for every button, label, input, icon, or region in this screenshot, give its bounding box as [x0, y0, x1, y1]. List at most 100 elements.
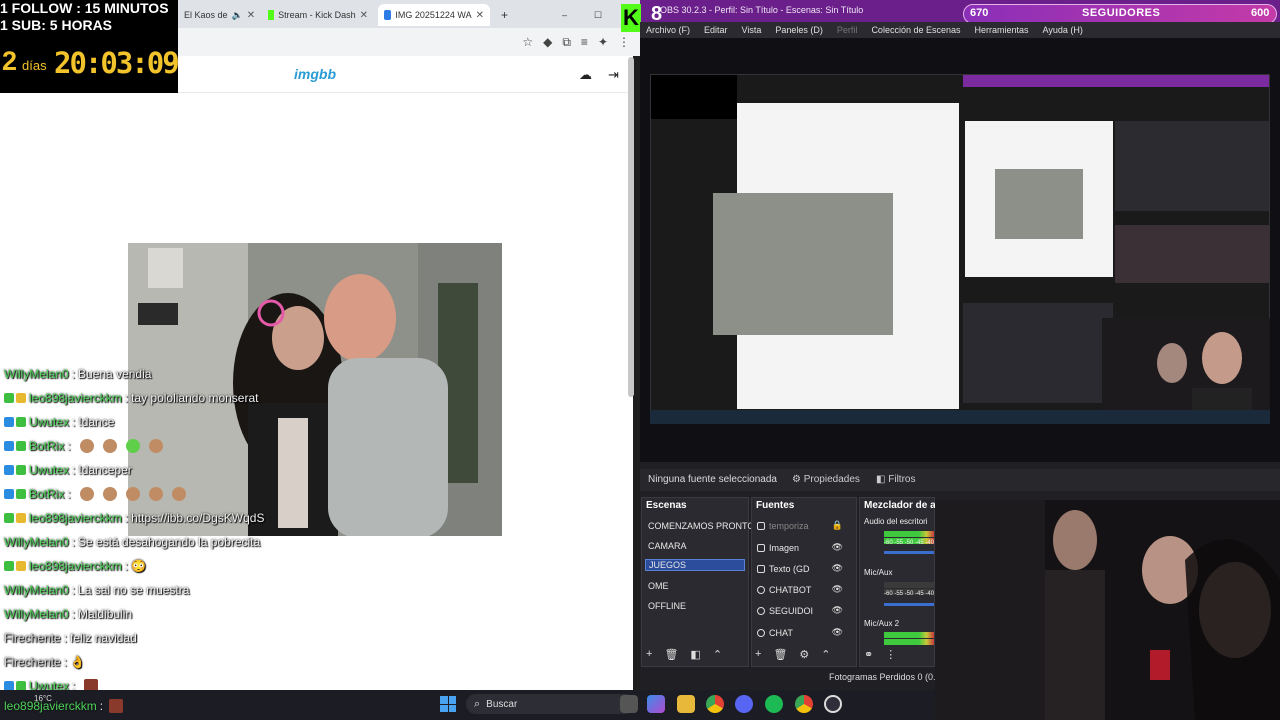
- discord-icon[interactable]: [735, 695, 753, 713]
- sync-icon[interactable]: ✦: [598, 35, 608, 49]
- chat-text: Maldibulin: [78, 607, 133, 621]
- sources-controls: + 🗑 ⚙ ⌃: [755, 648, 831, 661]
- close-icon[interactable]: ✕: [360, 10, 368, 21]
- eye-icon[interactable]: 👁: [832, 563, 843, 574]
- emote-icon: [148, 487, 163, 501]
- scene-item[interactable]: OME: [648, 581, 669, 591]
- source-item[interactable]: CHAT 👁: [757, 627, 843, 638]
- scene-item[interactable]: OFFLINE: [648, 601, 686, 611]
- obs-icon[interactable]: [824, 695, 842, 713]
- menu-file[interactable]: Archivo (F): [646, 25, 690, 35]
- chat-message: WillyMelan0 : Buena vendia: [4, 367, 152, 381]
- chat-username: WillyMelan0: [4, 583, 69, 597]
- upload-icon[interactable]: ☁: [579, 67, 592, 83]
- chat-username: WillyMelan0: [4, 367, 69, 381]
- trash-icon[interactable]: 🗑: [664, 648, 678, 661]
- chrome-profile-icon[interactable]: [795, 695, 813, 713]
- menu-help[interactable]: Ayuda (H): [1043, 25, 1083, 35]
- mixer-title: Mezclador de au: [864, 500, 942, 511]
- scene-item[interactable]: COMENZAMOS PRONTO: [648, 521, 754, 531]
- maximize-icon[interactable]: ☐: [588, 4, 602, 26]
- menu-tools[interactable]: Herramientas: [975, 25, 1029, 35]
- verified-badge-icon: [4, 513, 14, 523]
- copilot-icon[interactable]: [647, 695, 665, 713]
- emote-icon: [102, 439, 117, 453]
- verified-badge-icon: [16, 465, 26, 475]
- browser-source-icon: [757, 606, 765, 615]
- add-icon[interactable]: +: [646, 648, 652, 661]
- imgbb-logo[interactable]: imgbb: [294, 66, 336, 82]
- source-item[interactable]: temporiza 🔒: [757, 520, 843, 531]
- page-scrollbar[interactable]: [628, 57, 634, 397]
- puzzle-icon[interactable]: ⧉: [562, 35, 571, 50]
- chat-text: 👌: [70, 655, 85, 669]
- tab-imgbb[interactable]: IMG 20251224 WA ✕: [378, 4, 490, 26]
- eye-icon[interactable]: 👁: [832, 584, 843, 595]
- eye-icon[interactable]: 👁: [832, 627, 843, 638]
- browser-source-icon: [757, 585, 765, 594]
- menu-docks[interactable]: Paneles (D): [775, 25, 823, 35]
- chat-message: Uwutex : !danceper: [4, 463, 132, 477]
- eye-icon[interactable]: 👁: [832, 605, 843, 616]
- chat-message: Firechente : feliz navidad: [4, 631, 137, 645]
- scenes-controls: + 🗑 ◧ ⌃: [646, 648, 722, 661]
- minimize-icon[interactable]: –: [556, 4, 570, 26]
- move-up-icon[interactable]: ⌃: [821, 648, 830, 661]
- gear-icon[interactable]: ⚙: [799, 648, 809, 661]
- move-up-icon[interactable]: ⌃: [713, 648, 722, 661]
- windows-start-icon[interactable]: [440, 696, 456, 712]
- add-icon[interactable]: +: [755, 648, 761, 661]
- filters-button[interactable]: ◧ Filtros: [876, 474, 915, 485]
- source-item[interactable]: Imagen 👁: [757, 542, 843, 553]
- source-item[interactable]: Texto (GD 👁: [757, 563, 843, 574]
- filter-icon[interactable]: ◧: [690, 648, 700, 661]
- chat-text: !dance: [78, 415, 115, 429]
- menu-view[interactable]: Vista: [742, 25, 762, 35]
- chat-username: Firechente: [4, 631, 61, 645]
- new-tab-button[interactable]: +: [495, 4, 515, 26]
- chat-username: leo898javierckkm: [29, 511, 122, 525]
- emote-icon: [125, 439, 140, 453]
- taskbar-search[interactable]: ⌕ Buscar: [466, 694, 636, 714]
- chat-message: Uwutex : !dance: [4, 415, 114, 429]
- menu-scene-collection[interactable]: Colección de Escenas: [871, 25, 960, 35]
- chrome-icon[interactable]: [706, 695, 724, 713]
- mute-icon[interactable]: 🔈: [232, 10, 243, 21]
- mod-badge-icon: [4, 441, 14, 451]
- scene-item[interactable]: CAMARA: [648, 541, 687, 551]
- source-item[interactable]: SEGUIDOI 👁: [757, 605, 843, 616]
- chat-username: leo898javierckkm: [29, 559, 122, 573]
- mod-badge-icon: [4, 417, 14, 427]
- source-item[interactable]: CHATBOT 👁: [757, 584, 843, 595]
- tab-kick-dashboard[interactable]: Stream - Kick Dash ✕: [262, 4, 374, 26]
- task-view-icon[interactable]: [620, 695, 638, 713]
- chat-username: WillyMelan0: [4, 607, 69, 621]
- star-icon[interactable]: ☆: [522, 35, 533, 49]
- menu-edit[interactable]: Editar: [704, 25, 728, 35]
- extension-icon[interactable]: ◆: [543, 35, 552, 49]
- close-icon[interactable]: ✕: [247, 10, 255, 21]
- volume-slider[interactable]: [884, 551, 934, 554]
- volume-slider[interactable]: [884, 603, 934, 606]
- properties-button[interactable]: ⚙ Propiedades: [792, 474, 860, 485]
- eye-icon[interactable]: 👁: [832, 542, 843, 553]
- scene-item-selected[interactable]: JUEGOS: [645, 559, 745, 571]
- kick-logo: K: [621, 4, 641, 32]
- follow-rule: 1 FOLLOW : 15 MINUTOS: [0, 0, 169, 16]
- trash-icon[interactable]: 🗑: [773, 648, 787, 661]
- menu-icon[interactable]: ⋮: [885, 648, 896, 661]
- lock-icon[interactable]: 🔒: [832, 520, 843, 531]
- media-icon[interactable]: ≡: [581, 35, 588, 49]
- file-explorer-icon[interactable]: [677, 695, 695, 713]
- tab-title: IMG 20251224 WA: [395, 10, 472, 20]
- verified-badge-icon: [4, 393, 14, 403]
- login-icon[interactable]: ⇥: [608, 67, 619, 83]
- close-icon[interactable]: ✕: [476, 10, 484, 21]
- spotify-icon[interactable]: [765, 695, 783, 713]
- menu-icon[interactable]: ⋮: [618, 35, 630, 49]
- link-icon[interactable]: ⚭: [864, 648, 873, 661]
- tab-el-kaos[interactable]: El Kaos de 🔈 ✕: [178, 4, 258, 26]
- menu-profile[interactable]: Perfil: [837, 25, 858, 35]
- chat-message: BotRix :: [4, 487, 189, 501]
- chat-username: Firechente: [4, 655, 61, 669]
